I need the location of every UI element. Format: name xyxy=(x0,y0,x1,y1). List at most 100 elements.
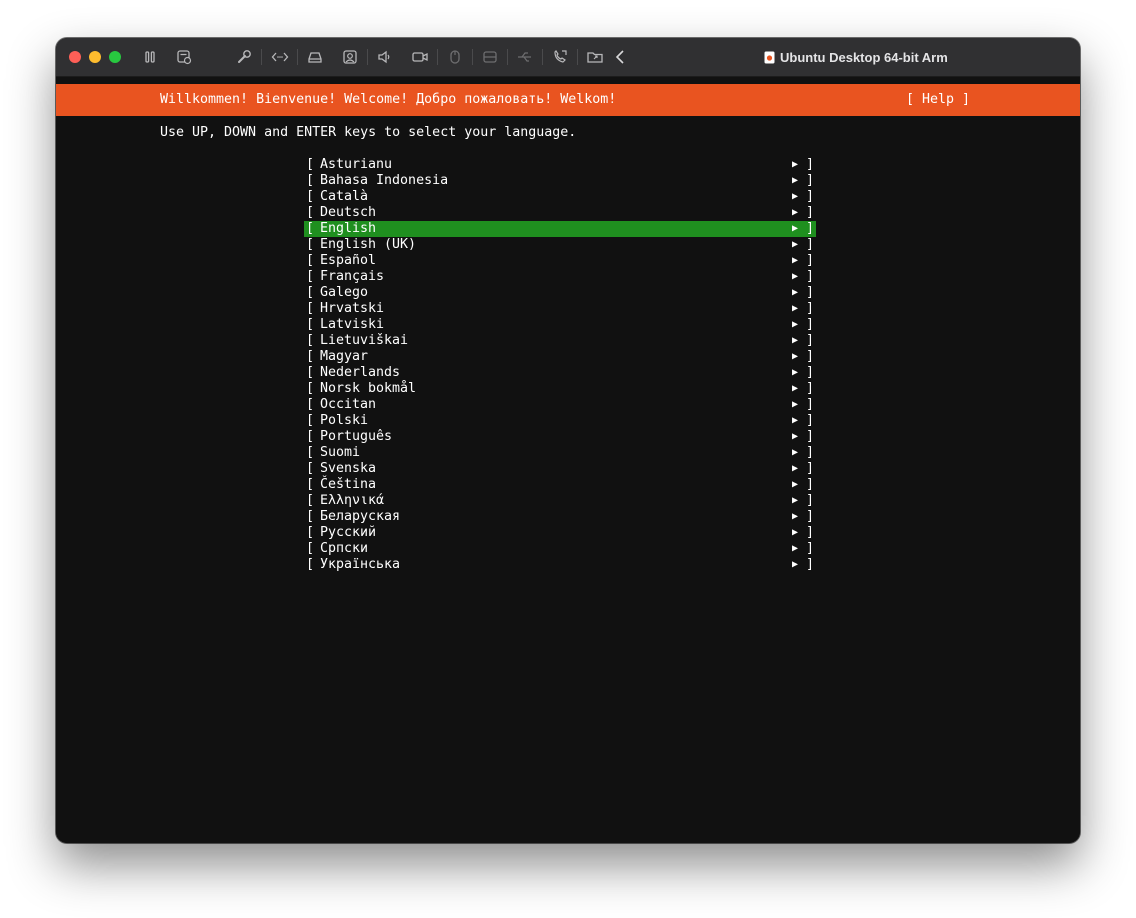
bracket-close: ] xyxy=(806,333,815,348)
bracket-close: ] xyxy=(806,493,815,508)
language-option[interactable]: [Asturianu ▶] xyxy=(304,157,816,173)
language-label: Deutsch xyxy=(320,205,377,220)
camera-icon[interactable] xyxy=(341,48,359,66)
language-label: Ελληνικά xyxy=(320,493,385,508)
arrow-right-icon: ▶ xyxy=(792,335,799,346)
shared-folder-icon[interactable] xyxy=(586,48,604,66)
bracket-close: ] xyxy=(806,509,815,524)
language-label: English xyxy=(320,221,377,236)
language-option[interactable]: [Українська ▶] xyxy=(304,557,816,573)
toolbar-separator xyxy=(437,49,438,65)
welcome-text: Willkommen! Bienvenue! Welcome! Добро по… xyxy=(160,92,617,107)
language-option[interactable]: [Magyar ▶] xyxy=(304,349,816,365)
arrow-right-icon: ▶ xyxy=(792,511,799,522)
bracket-close: ] xyxy=(806,541,815,556)
usb-icon[interactable] xyxy=(516,48,534,66)
arrow-right-icon: ▶ xyxy=(792,207,799,218)
language-option[interactable]: [Svenska ▶] xyxy=(304,461,816,477)
language-label: Bahasa Indonesia xyxy=(320,173,449,188)
language-option[interactable]: [Русский ▶] xyxy=(304,525,816,541)
arrow-right-icon: ▶ xyxy=(792,543,799,554)
toolbar-separator xyxy=(542,49,543,65)
language-label: Asturianu xyxy=(320,157,393,172)
language-label: Svenska xyxy=(320,461,377,476)
mouse-icon[interactable] xyxy=(446,48,464,66)
pause-icon[interactable] xyxy=(141,48,159,66)
instruction-text: Use UP, DOWN and ENTER keys to select yo… xyxy=(160,125,577,140)
language-option[interactable]: [English ▶] xyxy=(304,221,816,237)
arrow-right-icon: ▶ xyxy=(792,159,799,170)
snapshot-icon[interactable] xyxy=(175,48,193,66)
language-option[interactable]: [Polski ▶] xyxy=(304,413,816,429)
bracket-close: ] xyxy=(806,413,815,428)
bracket-close: ] xyxy=(806,221,815,236)
bracket-open: [ xyxy=(306,397,315,412)
language-option[interactable]: [Occitan ▶] xyxy=(304,397,816,413)
language-option[interactable]: [Galego ▶] xyxy=(304,285,816,301)
drive-icon[interactable] xyxy=(481,48,499,66)
chevron-left-icon[interactable] xyxy=(612,48,630,66)
bracket-open: [ xyxy=(306,333,315,348)
language-label: English (UK) xyxy=(320,237,417,252)
language-option[interactable]: [Latviski ▶] xyxy=(304,317,816,333)
arrow-right-icon: ▶ xyxy=(792,351,799,362)
bracket-open: [ xyxy=(306,205,315,220)
arrow-right-icon: ▶ xyxy=(792,319,799,330)
language-option[interactable]: [Norsk bokmål ▶] xyxy=(304,381,816,397)
language-option[interactable]: [Hrvatski ▶] xyxy=(304,301,816,317)
language-option[interactable]: [English (UK) ▶] xyxy=(304,237,816,253)
close-window-button[interactable] xyxy=(69,51,81,63)
language-option[interactable]: [Čeština ▶] xyxy=(304,477,816,493)
language-option[interactable]: [Ελληνικά ▶] xyxy=(304,493,816,509)
help-button[interactable]: [ Help ] xyxy=(906,92,970,108)
language-option[interactable]: [Français ▶] xyxy=(304,269,816,285)
arrow-right-icon: ▶ xyxy=(792,399,799,410)
bracket-open: [ xyxy=(306,157,315,172)
bracket-open: [ xyxy=(306,269,315,284)
bracket-close: ] xyxy=(806,525,815,540)
language-option[interactable]: [Српски ▶] xyxy=(304,541,816,557)
toolbar-separator xyxy=(577,49,578,65)
language-option[interactable]: [Беларуская ▶] xyxy=(304,509,816,525)
language-option[interactable]: [Suomi ▶] xyxy=(304,445,816,461)
bracket-open: [ xyxy=(306,381,315,396)
bracket-open: [ xyxy=(306,221,315,236)
language-label: Polski xyxy=(320,413,369,428)
language-label: Suomi xyxy=(320,445,361,460)
video-camera-icon[interactable] xyxy=(411,48,429,66)
bracket-close: ] xyxy=(806,477,815,492)
language-option[interactable]: [Español ▶] xyxy=(304,253,816,269)
bracket-open: [ xyxy=(306,509,315,524)
language-option[interactable]: [Nederlands ▶] xyxy=(304,365,816,381)
bracket-open: [ xyxy=(306,413,315,428)
fullscreen-window-button[interactable] xyxy=(109,51,121,63)
bracket-close: ] xyxy=(806,397,815,412)
language-label: Magyar xyxy=(320,349,369,364)
bracket-close: ] xyxy=(806,173,815,188)
language-option[interactable]: [Lietuviškai ▶] xyxy=(304,333,816,349)
sound-icon[interactable] xyxy=(376,48,394,66)
arrow-right-icon: ▶ xyxy=(792,239,799,250)
language-option[interactable]: [Português ▶] xyxy=(304,429,816,445)
connect-icon[interactable] xyxy=(551,48,569,66)
hard-disk-icon[interactable] xyxy=(306,48,324,66)
language-option[interactable]: [Català ▶] xyxy=(304,189,816,205)
settings-wrench-icon[interactable] xyxy=(235,48,253,66)
bracket-open: [ xyxy=(306,445,315,460)
bracket-open: [ xyxy=(306,365,315,380)
bracket-close: ] xyxy=(806,205,815,220)
arrow-right-icon: ▶ xyxy=(792,175,799,186)
toolbar-separator xyxy=(367,49,368,65)
arrow-right-icon: ▶ xyxy=(792,367,799,378)
arrow-right-icon: ▶ xyxy=(792,271,799,282)
bracket-close: ] xyxy=(806,461,815,476)
window-title: Ubuntu Desktop 64-bit Arm xyxy=(764,49,948,65)
installer-screen: Willkommen! Bienvenue! Welcome! Добро по… xyxy=(56,77,1080,843)
language-label: Nederlands xyxy=(320,365,401,380)
minimize-window-button[interactable] xyxy=(89,51,101,63)
bracket-open: [ xyxy=(306,461,315,476)
language-option[interactable]: [ Deutsch ▶] xyxy=(304,205,816,221)
bracket-open: [ xyxy=(306,541,315,556)
code-icon[interactable] xyxy=(271,48,289,66)
language-option[interactable]: [Bahasa Indonesia ▶] xyxy=(304,173,816,189)
